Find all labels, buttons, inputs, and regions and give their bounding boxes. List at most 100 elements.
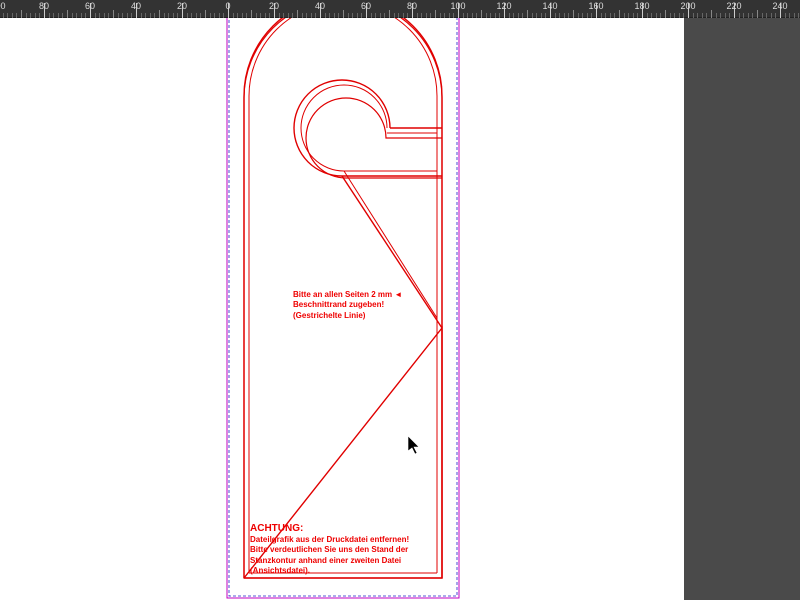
- ruler-label: 160: [588, 1, 603, 11]
- ruler-tick-minor: [95, 13, 96, 18]
- ruler-tick-minor: [205, 10, 206, 18]
- ruler-tick-minor: [674, 13, 675, 18]
- ruler-tick-minor: [697, 13, 698, 18]
- ruler-tick-minor: [614, 13, 615, 18]
- ruler-tick-minor: [559, 13, 560, 18]
- ruler-tick-minor: [670, 13, 671, 18]
- ruler-tick-minor: [711, 10, 712, 18]
- ruler-tick-minor: [601, 13, 602, 18]
- ruler-label: 180: [634, 1, 649, 11]
- ruler-tick-minor: [665, 10, 666, 18]
- warning-note: ACHTUNG: Dateilgrafik aus der Druckdatei…: [250, 522, 409, 577]
- ruler-tick-minor: [127, 13, 128, 18]
- workspace[interactable]: Bitte an allen Seiten 2 mm ◄ Beschnittra…: [0, 18, 800, 600]
- ruler-tick-minor: [3, 13, 4, 18]
- ruler-tick-minor: [58, 13, 59, 18]
- ruler-label: 200: [680, 1, 695, 11]
- ruler-tick-minor: [660, 13, 661, 18]
- ruler-tick-minor: [656, 13, 657, 18]
- ruler-horizontal[interactable]: 1008060402002040608010012014016018020022…: [0, 0, 800, 18]
- ruler-tick-minor: [771, 13, 772, 18]
- ruler-tick-minor: [384, 13, 385, 18]
- ruler-tick-minor: [555, 13, 556, 18]
- ruler-tick-minor: [587, 13, 588, 18]
- warning-line3: Stanzkontur anhand einer zweiten Datei: [250, 556, 409, 566]
- ruler-tick-minor: [292, 13, 293, 18]
- ruler-tick-minor: [527, 10, 528, 18]
- ruler-tick-minor: [279, 13, 280, 18]
- ruler-tick-minor: [361, 13, 362, 18]
- ruler-tick-minor: [99, 13, 100, 18]
- ruler-tick-minor: [187, 13, 188, 18]
- ruler-tick-minor: [532, 13, 533, 18]
- ruler-tick-minor: [311, 13, 312, 18]
- ruler-tick-minor: [168, 13, 169, 18]
- ruler-tick-minor: [389, 10, 390, 18]
- ruler-tick-minor: [118, 13, 119, 18]
- ruler-tick-minor: [619, 10, 620, 18]
- ruler-tick-minor: [706, 13, 707, 18]
- ruler-tick-minor: [375, 13, 376, 18]
- ruler-tick-minor: [407, 13, 408, 18]
- ruler-tick-minor: [12, 13, 13, 18]
- ruler-tick-minor: [633, 13, 634, 18]
- ruler-tick-minor: [306, 13, 307, 18]
- ruler-tick-minor: [453, 13, 454, 18]
- ruler-tick-minor: [357, 13, 358, 18]
- ruler-tick-minor: [605, 13, 606, 18]
- ruler-tick-minor: [177, 13, 178, 18]
- ruler-tick-minor: [67, 10, 68, 18]
- ruler-tick-minor: [394, 13, 395, 18]
- warning-line2: Bitte verdeutlichen Sie uns den Stand de…: [250, 545, 409, 555]
- warning-heading: ACHTUNG:: [250, 522, 409, 535]
- ruler-tick-minor: [720, 13, 721, 18]
- ruler-tick-minor: [348, 13, 349, 18]
- ruler-label: 80: [39, 1, 49, 11]
- ruler-tick-minor: [582, 13, 583, 18]
- ruler-tick-minor: [108, 13, 109, 18]
- ruler-tick-minor: [444, 13, 445, 18]
- ruler-tick-minor: [794, 13, 795, 18]
- ruler-tick-minor: [578, 13, 579, 18]
- ruler-tick-minor: [766, 13, 767, 18]
- ruler-tick-minor: [7, 13, 8, 18]
- ruler-label: 20: [177, 1, 187, 11]
- ruler-tick-minor: [739, 13, 740, 18]
- bleed-note-line1: Bitte an allen Seiten 2 mm ◄: [293, 290, 402, 300]
- ruler-tick-minor: [297, 10, 298, 18]
- ruler-tick-minor: [490, 13, 491, 18]
- ruler-tick-minor: [398, 13, 399, 18]
- warning-line1: Dateilgrafik aus der Druckdatei entferne…: [250, 535, 409, 545]
- ruler-tick-minor: [679, 13, 680, 18]
- ruler-tick-minor: [251, 10, 252, 18]
- ruler-tick-minor: [154, 13, 155, 18]
- ruler-tick-minor: [131, 13, 132, 18]
- ruler-tick-minor: [122, 13, 123, 18]
- ruler-tick-minor: [610, 13, 611, 18]
- ruler-tick-minor: [426, 13, 427, 18]
- ruler-tick-minor: [568, 13, 569, 18]
- ruler-tick-minor: [81, 13, 82, 18]
- ruler-tick-minor: [789, 13, 790, 18]
- ruler-label: 60: [85, 1, 95, 11]
- ruler-tick-minor: [315, 13, 316, 18]
- ruler-tick-minor: [21, 10, 22, 18]
- ruler-tick-minor: [164, 13, 165, 18]
- pasteboard-dark: [684, 18, 800, 600]
- ruler-tick-minor: [467, 13, 468, 18]
- ruler-tick-minor: [49, 13, 50, 18]
- ruler-tick-minor: [269, 13, 270, 18]
- ruler-tick-minor: [748, 13, 749, 18]
- ruler-label: 0: [225, 1, 230, 11]
- bleed-note-line2: Beschnittrand zugeben!: [293, 300, 402, 310]
- ruler-label: 120: [496, 1, 511, 11]
- ruler-tick-minor: [762, 13, 763, 18]
- ruler-tick-minor: [85, 13, 86, 18]
- ruler-tick-minor: [237, 13, 238, 18]
- ruler-tick-minor: [196, 13, 197, 18]
- ruler-tick-minor: [35, 13, 36, 18]
- ruler-tick-minor: [564, 13, 565, 18]
- ruler-label: 220: [726, 1, 741, 11]
- ruler-tick-minor: [329, 13, 330, 18]
- bleed-note-line3: (Gestrichelte Linie): [293, 311, 402, 321]
